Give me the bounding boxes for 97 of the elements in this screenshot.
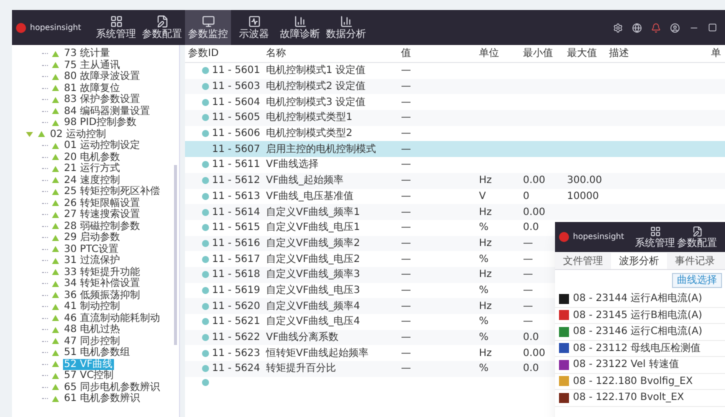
table-cell: 11 - 5604 bbox=[212, 96, 260, 108]
table-cell: Hz bbox=[479, 175, 492, 186]
table-cell: 0 bbox=[523, 190, 530, 202]
column-header: 描述 bbox=[609, 48, 630, 59]
table-cell: 11 - 5615 bbox=[212, 222, 260, 234]
table-cell: 自定义VF曲线_频率1 bbox=[266, 206, 360, 218]
table-cell: — bbox=[401, 348, 411, 359]
table-cell: 转矩提升百分比 bbox=[266, 363, 336, 374]
table-cell: Hz bbox=[479, 238, 492, 249]
table-cell: 300.00 bbox=[567, 175, 602, 186]
table-cell: 11 - 5605 bbox=[212, 112, 260, 124]
table-cell: 电机控制模式1 设定值 bbox=[266, 65, 366, 76]
table-cell: 11 - 5611 bbox=[212, 159, 260, 170]
table-cell: — bbox=[401, 300, 411, 312]
table-cell: 启用主控的电机控制模式 bbox=[266, 144, 376, 155]
table-cell: — bbox=[401, 254, 411, 265]
table-cell: — bbox=[401, 112, 411, 124]
table-cell: 0.00 bbox=[523, 348, 546, 359]
table-cell: % bbox=[479, 254, 489, 265]
column-header: 单 bbox=[711, 48, 722, 59]
table-cell: — bbox=[401, 206, 411, 218]
table-cell: — bbox=[401, 65, 411, 76]
table-cell: 11 - 5606 bbox=[212, 128, 260, 140]
table-cell: — bbox=[401, 96, 411, 108]
table-cell: 11 - 5614 bbox=[212, 206, 260, 218]
table-cell: 11 - 5624 bbox=[212, 363, 260, 374]
table-cell: — bbox=[523, 238, 533, 249]
table-cell: Hz bbox=[479, 206, 492, 218]
table-cell: 自定义VF曲线_频率2 bbox=[266, 238, 360, 249]
table-cell: — bbox=[401, 175, 411, 186]
column-header: 参数ID bbox=[188, 48, 220, 59]
table-cell: — bbox=[401, 128, 411, 140]
table-cell: 11 - 5616 bbox=[212, 238, 260, 249]
table-cell: 11 - 5618 bbox=[212, 269, 260, 280]
table-cell: % bbox=[479, 332, 489, 344]
table-cell: 11 - 5623 bbox=[212, 348, 260, 359]
table-cell: Hz bbox=[479, 269, 492, 280]
table-cell: 11 - 5621 bbox=[212, 316, 260, 328]
table-cell: 11 - 5617 bbox=[212, 254, 260, 265]
table-cell: 0.00 bbox=[523, 206, 546, 218]
table-cell: 11 - 5601 bbox=[212, 65, 260, 76]
logo-text: hopesinsight bbox=[30, 22, 82, 34]
table-cell: V bbox=[479, 190, 486, 202]
table-cell: 电机控制模式2 设定值 bbox=[266, 81, 366, 92]
table-cell: 自定义VF曲线_电压1 bbox=[266, 222, 360, 234]
table-cell: — bbox=[523, 300, 533, 312]
table-cell: 11 - 5613 bbox=[212, 190, 260, 202]
table-cell: VF曲线选择 bbox=[266, 159, 319, 170]
table-cell: 自定义VF曲线_电压4 bbox=[266, 316, 360, 328]
table-cell: 11 - 5603 bbox=[212, 81, 260, 92]
column-header: 最大值 bbox=[567, 48, 598, 59]
table-cell: 11 - 5619 bbox=[212, 284, 260, 296]
table-cell: 自定义VF曲线_电压3 bbox=[266, 284, 360, 296]
table-cell: VF曲线分离系数 bbox=[266, 332, 339, 344]
table-cell: — bbox=[523, 316, 533, 328]
table-cell: — bbox=[401, 332, 411, 344]
table-cell: 11 - 5612 bbox=[212, 175, 260, 186]
table-cell: 电机控制模式类型1 bbox=[266, 112, 352, 124]
table-cell: — bbox=[401, 222, 411, 234]
table-cell: 恒转矩VF曲线起始频率 bbox=[266, 348, 369, 359]
table-cell: — bbox=[401, 159, 411, 170]
table-cell: 自定义VF曲线_频率3 bbox=[266, 269, 360, 280]
table-cell: — bbox=[401, 190, 411, 202]
column-header: 值 bbox=[401, 48, 412, 59]
column-header: 名称 bbox=[266, 48, 287, 59]
table-cell: 11 - 5622 bbox=[212, 332, 260, 344]
table-cell: 电机控制模式3 设定值 bbox=[266, 96, 366, 108]
table-cell: 11 - 5620 bbox=[212, 300, 260, 312]
table-cell: — bbox=[401, 284, 411, 296]
table-cell: Hz bbox=[479, 348, 492, 359]
table-cell: — bbox=[523, 254, 533, 265]
table-cell: — bbox=[523, 269, 533, 280]
table-cell: 电机控制模式类型2 bbox=[266, 128, 352, 140]
table-cell: 0.00 bbox=[523, 175, 546, 186]
column-header: 最小值 bbox=[523, 48, 554, 59]
column-header: 单位 bbox=[479, 48, 500, 59]
table-cell: % bbox=[479, 284, 489, 296]
table-cell: 10000 bbox=[567, 190, 599, 202]
table-cell: % bbox=[479, 363, 489, 374]
table-cell: 11 - 5607 bbox=[212, 144, 260, 155]
table-cell: VF曲线_电压基准值 bbox=[266, 190, 354, 202]
table-cell: % bbox=[479, 316, 489, 328]
table-cell: % bbox=[479, 222, 489, 234]
table-cell: — bbox=[401, 363, 411, 374]
table-cell: — bbox=[401, 238, 411, 249]
table-cell: — bbox=[401, 316, 411, 328]
table-cell: 自定义VF曲线_频率4 bbox=[266, 300, 360, 312]
table-cell: Hz bbox=[479, 300, 492, 312]
table-cell: — bbox=[401, 269, 411, 280]
table-cell: VF曲线_起始频率 bbox=[266, 175, 344, 186]
table-cell: 0.0 bbox=[523, 363, 539, 374]
table-cell: — bbox=[523, 284, 533, 296]
table-cell: 0.0 bbox=[523, 332, 539, 344]
table-cell: 自定义VF曲线_电压2 bbox=[266, 254, 360, 265]
table-cell: — bbox=[401, 81, 411, 92]
table-cell: 0.0 bbox=[523, 222, 539, 234]
table-cell: — bbox=[401, 144, 411, 155]
